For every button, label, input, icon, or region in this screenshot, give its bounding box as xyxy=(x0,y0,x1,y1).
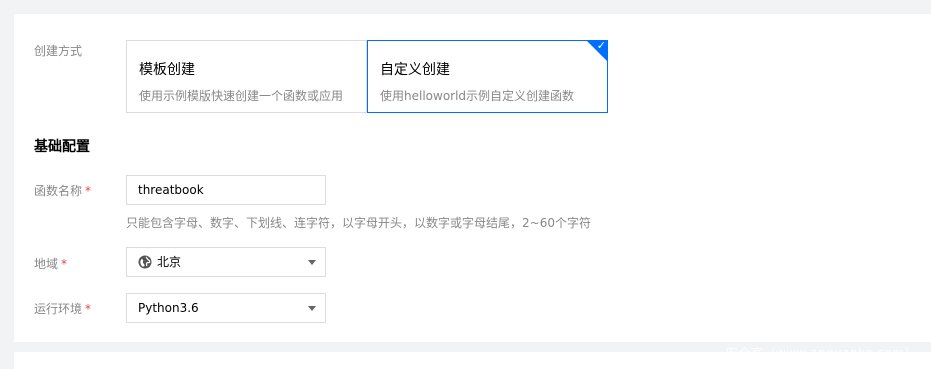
required-mark: * xyxy=(85,302,92,316)
watermark: 安全客（www.anquanke.com） xyxy=(725,346,917,360)
chevron-down-icon xyxy=(308,306,316,311)
template-create-title: 模板创建 xyxy=(139,62,195,78)
region-value: 北京 xyxy=(157,255,182,269)
runtime-label: 运行环境 * xyxy=(34,302,92,316)
required-mark: * xyxy=(85,184,92,198)
template-create-desc: 使用示例模版快速创建一个函数或应用 xyxy=(139,89,344,103)
checkmark-icon: ✓ xyxy=(596,39,606,52)
custom-create-desc: 使用helloworld示例自定义创建函数 xyxy=(380,89,575,103)
function-name-input[interactable] xyxy=(126,175,326,205)
runtime-select[interactable]: Python3.6 xyxy=(126,293,326,323)
required-mark: * xyxy=(61,257,68,271)
custom-create-card[interactable]: 自定义创建 使用helloworld示例自定义创建函数 ✓ xyxy=(367,39,608,113)
runtime-value: Python3.6 xyxy=(138,301,199,315)
function-name-label: 函数名称 * xyxy=(34,184,92,198)
function-name-hint: 只能包含字母、数字、下划线、连字符，以字母开头，以数字或字母结尾，2~60个字符 xyxy=(126,216,591,230)
globe-icon xyxy=(138,255,152,269)
chevron-down-icon xyxy=(308,260,316,265)
custom-create-title: 自定义创建 xyxy=(380,62,450,78)
basic-config-title: 基础配置 xyxy=(34,139,90,155)
create-function-form: 创建方式 模板创建 使用示例模版快速创建一个函数或应用 自定义创建 使用hell… xyxy=(14,14,931,342)
template-create-card[interactable]: 模板创建 使用示例模版快速创建一个函数或应用 xyxy=(126,40,367,113)
create-method-label: 创建方式 xyxy=(34,44,83,58)
region-label: 地域 * xyxy=(34,257,68,271)
region-select[interactable]: 北京 xyxy=(126,247,326,277)
